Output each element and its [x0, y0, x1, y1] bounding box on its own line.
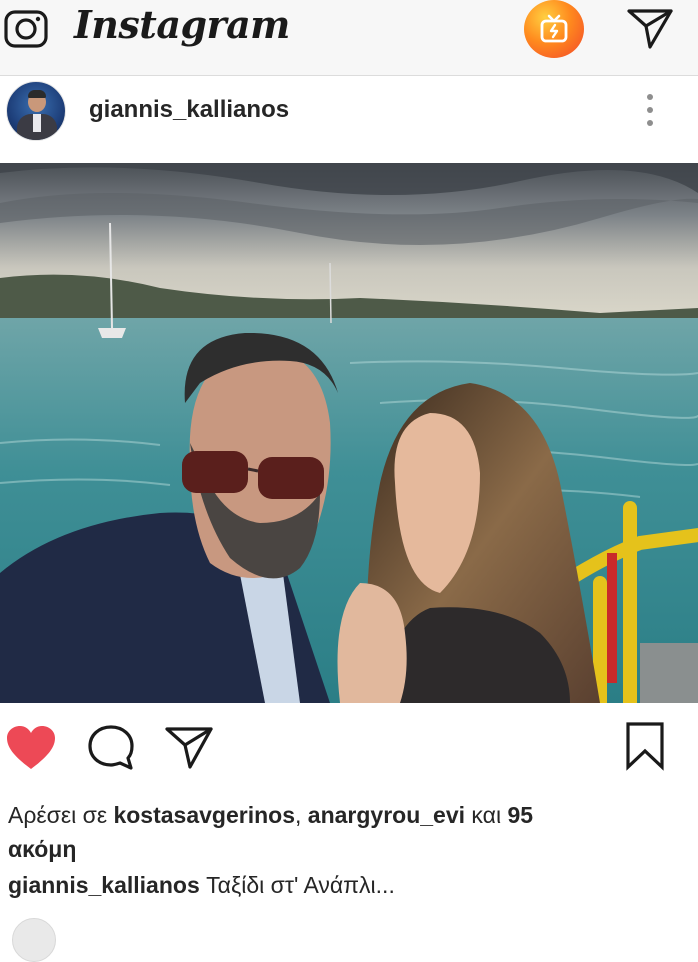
post-header: giannis_kallianos [0, 77, 698, 163]
avatar[interactable] [12, 918, 56, 962]
caption-username[interactable]: giannis_kallianos [8, 872, 200, 898]
post-photo[interactable] [0, 163, 698, 703]
caption-text: Ταξίδι στ' Ανάπλι... [199, 872, 395, 898]
heart-icon[interactable] [5, 724, 57, 772]
top-navigation-bar: Instagram [0, 0, 698, 76]
camera-icon[interactable] [4, 6, 48, 48]
likes-suffix[interactable]: ακόμη [8, 836, 76, 862]
post-username[interactable]: giannis_kallianos [89, 96, 289, 124]
liker-username[interactable]: anargyrou_evi [308, 802, 465, 828]
likes-separator: , [295, 802, 308, 828]
likes-prefix: Αρέσει σε [8, 802, 114, 828]
liker-username[interactable]: kostasavgerinos [113, 802, 295, 828]
igtv-icon[interactable] [524, 0, 584, 58]
post-action-bar [0, 703, 698, 793]
likes-conjunction: και [465, 802, 508, 828]
share-icon[interactable] [164, 724, 214, 770]
post-caption[interactable]: giannis_kallianos Ταξίδι στ' Ανάπλι... [8, 870, 395, 900]
likes-count[interactable]: 95 [507, 802, 533, 828]
avatar[interactable] [6, 81, 66, 141]
comment-icon[interactable] [86, 723, 136, 773]
likes-summary[interactable]: Αρέσει σε kostasavgerinos, anargyrou_evi… [8, 798, 688, 866]
bookmark-icon[interactable] [624, 721, 666, 771]
more-vertical-icon[interactable] [640, 91, 660, 131]
direct-message-icon[interactable] [626, 6, 674, 50]
instagram-logo: Instagram [74, 2, 290, 47]
